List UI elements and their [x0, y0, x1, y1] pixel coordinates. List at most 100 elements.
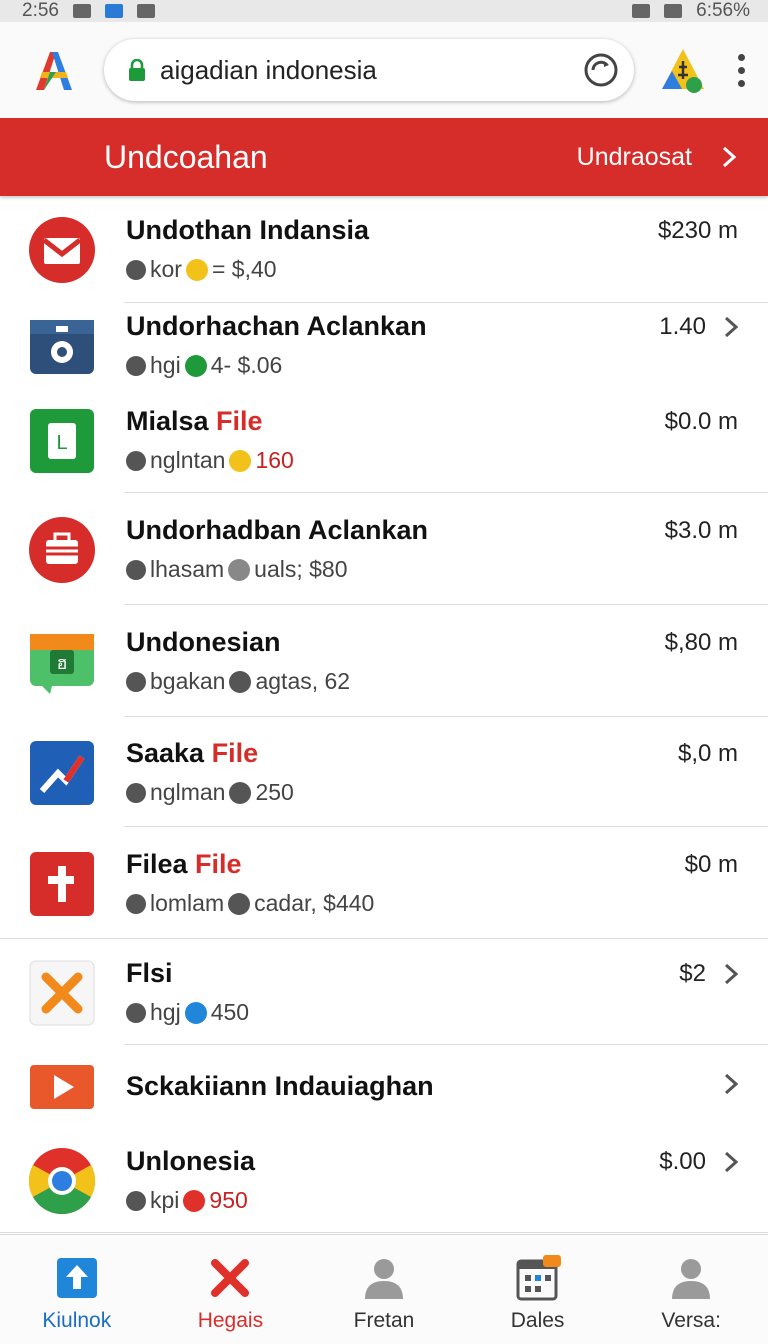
camera-app-icon — [30, 320, 94, 374]
item-meta-b: 250 — [255, 779, 294, 805]
item-value-text: $0.0 m — [664, 408, 738, 435]
url-input[interactable] — [160, 54, 582, 86]
chevron-right-icon[interactable] — [724, 963, 738, 985]
item-texts: Sckakiiann Indauiaghan — [126, 1071, 434, 1102]
red-briefcase-icon — [29, 517, 95, 583]
item-texts: Mialsa File nglntan 160 — [126, 406, 294, 474]
lock-icon — [129, 59, 145, 81]
item-meta-b: 950 — [209, 1187, 248, 1213]
nav-item-fretan[interactable]: Fretan — [307, 1235, 461, 1344]
list-item[interactable]: L Mialsa File nglntan 160 $0.0 m — [0, 388, 768, 494]
item-value-text: $3.0 m — [664, 517, 738, 544]
green-chat-icon: ฮ — [30, 634, 94, 694]
notification-icon — [72, 4, 91, 18]
green-doc-icon: L — [30, 409, 94, 473]
list-item[interactable]: Sckakiiann Indauiaghan — [0, 1046, 768, 1128]
close-icon — [211, 1259, 250, 1297]
wifi-icon — [632, 4, 651, 18]
item-texts: Undothan Indansia kor = $,40 — [126, 215, 369, 283]
list-item[interactable]: Filea File lomlam cadar, $440 $0 m — [0, 828, 768, 940]
nav-item-hegais[interactable]: Hegais — [154, 1235, 308, 1344]
item-subtitle: nglntan 160 — [126, 447, 294, 474]
item-title-text: Undonesian — [126, 627, 281, 657]
item-title-accent: File — [195, 849, 242, 879]
address-bar[interactable] — [104, 39, 634, 101]
item-value: $,80 m — [665, 629, 738, 657]
item-title-text: Saaka — [126, 738, 212, 768]
red-plus-icon — [30, 852, 94, 916]
meta-icon — [126, 450, 146, 471]
item-title-text: Undorhachan Aclankan — [126, 311, 427, 341]
banner-action-label: Undraosat — [576, 142, 692, 171]
browser-toolbar — [0, 22, 768, 118]
meta-icon — [126, 559, 146, 580]
item-texts: Unlonesia kpi 950 — [126, 1146, 255, 1214]
nav-item-dales[interactable]: Dales — [461, 1235, 615, 1344]
item-meta-a: lhasam — [150, 556, 225, 582]
reload-icon[interactable] — [582, 51, 620, 89]
play-icon — [30, 1065, 94, 1109]
list-item[interactable]: Undorhadban Aclankan lhasam uals; $80 $3.0 … — [0, 494, 768, 606]
item-title-accent: File — [211, 738, 259, 768]
item-title-text: Mialsa — [126, 406, 217, 436]
item-subtitle: lhasam uals; $80 — [126, 556, 428, 583]
banner-title: Undcoahan — [104, 138, 268, 175]
nav-label: Dales — [510, 1309, 565, 1332]
item-meta-a: nglntan — [150, 447, 226, 473]
list-item[interactable]: ฮ Undonesian bgakan agtas, 62 $,80 m — [0, 606, 768, 718]
chevron-right-icon — [722, 146, 736, 168]
item-texts: Undorhadban Aclankan lhasam uals; $80 — [126, 515, 428, 583]
meta-icon — [126, 355, 146, 376]
divider — [0, 1232, 768, 1233]
item-title: Sckakiiann Indauiaghan — [126, 1071, 434, 1102]
item-value: $3.0 m — [665, 517, 738, 545]
badge-icon — [229, 670, 252, 693]
badge-icon — [184, 354, 207, 377]
banner-action[interactable]: Undraosat — [577, 143, 736, 172]
item-meta-b: cadar, $440 — [254, 890, 375, 916]
overflow-menu-icon[interactable] — [738, 53, 746, 87]
meta-icon — [126, 1002, 146, 1023]
orange-cross-icon — [29, 960, 95, 1026]
bottom-navigation: Kiulnok Hegais Fretan Dales Versa: — [0, 1234, 768, 1344]
item-title: Undorhachan Aclankan — [126, 311, 427, 342]
profile-icon[interactable] — [658, 45, 708, 95]
status-time: 2:56 — [22, 0, 59, 21]
item-subtitle: hgj 450 — [126, 999, 249, 1026]
item-value: $0.0 m — [665, 408, 738, 436]
item-meta-a: kor — [150, 256, 182, 282]
item-meta-a: hgj — [150, 999, 181, 1025]
badge-icon — [183, 1189, 206, 1212]
item-title-text: Undorhadban Aclankan — [126, 515, 429, 545]
item-meta-a: nglman — [150, 779, 226, 805]
chevron-right-icon[interactable] — [724, 1073, 738, 1095]
signal-icon — [664, 4, 683, 18]
item-meta-a: lomlam — [150, 890, 225, 916]
list-item[interactable]: Saaka File nglman 250 $,0 m — [0, 718, 768, 828]
item-title: Undonesian — [126, 627, 350, 658]
divider — [0, 938, 768, 939]
meta-icon — [126, 671, 146, 692]
list-item[interactable]: Undothan Indansia kor = $,40 $230 m — [0, 196, 768, 304]
item-meta-b: = $,40 — [211, 256, 277, 282]
app-logo-icon[interactable] — [30, 46, 78, 94]
item-title: Flsi — [126, 958, 249, 989]
item-title-text: Unlonesia — [126, 1146, 256, 1176]
blue-chart-icon — [30, 741, 94, 805]
nav-item-versa[interactable]: Versa: — [614, 1235, 768, 1344]
item-texts: Undorhachan Aclankan hgi 4- $.06 — [126, 311, 427, 379]
chevron-right-icon[interactable] — [724, 316, 738, 338]
item-value — [724, 1073, 738, 1095]
item-title-text: Sckakiiann Indauiaghan — [126, 1071, 434, 1101]
chevron-right-icon[interactable] — [724, 1151, 738, 1173]
item-subtitle: lomlam cadar, $440 — [126, 890, 374, 917]
list-item[interactable]: Undorhachan Aclankan hgi 4- $.06 1.40 — [0, 304, 768, 388]
list-item[interactable]: Flsi hgj 450 $2 — [0, 940, 768, 1046]
item-texts: Filea File lomlam cadar, $440 — [126, 849, 374, 917]
notification-icon — [104, 4, 123, 18]
list-item[interactable]: Unlonesia kpi 950 $.00 — [0, 1128, 768, 1234]
item-meta-b: uals; $80 — [254, 556, 348, 582]
badge-icon — [229, 449, 252, 472]
meta-icon — [126, 1190, 146, 1211]
nav-item-kiulnok[interactable]: Kiulnok — [0, 1235, 154, 1344]
